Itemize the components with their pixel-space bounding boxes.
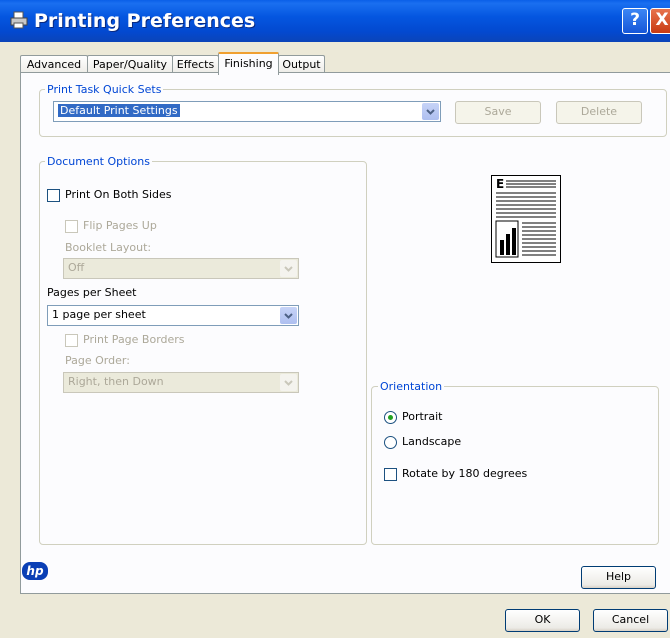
landscape-label[interactable]: Landscape (402, 435, 461, 448)
chevron-down-icon[interactable] (280, 260, 297, 277)
printing-preferences-window: Printing Preferences ? X Advanced Paper/… (0, 0, 670, 638)
print-both-sides-checkbox[interactable] (47, 189, 60, 202)
tab-panel-finishing: Print Task Quick Sets Default Print Sett… (20, 72, 670, 594)
pages-per-sheet-label: Pages per Sheet (47, 286, 137, 299)
tab-finishing[interactable]: Finishing (218, 52, 279, 75)
rotate-180-label[interactable]: Rotate by 180 degrees (402, 467, 527, 480)
printer-icon (10, 11, 28, 29)
radio-selected-dot (388, 415, 393, 420)
page-borders-label: Print Page Borders (83, 333, 185, 346)
ok-button[interactable]: OK (505, 609, 580, 632)
quick-sets-value: Default Print Settings (58, 104, 180, 117)
delete-button[interactable]: Delete (556, 101, 642, 124)
page-order-value: Right, then Down (68, 375, 164, 388)
chevron-down-icon[interactable] (422, 103, 439, 120)
chevron-down-icon[interactable] (280, 307, 297, 324)
page-preview-graphic: E (495, 177, 556, 258)
help-button[interactable]: Help (581, 566, 656, 589)
window-title: Printing Preferences (34, 10, 256, 32)
booklet-layout-select[interactable]: Off (63, 258, 299, 279)
help-icon[interactable]: ? (622, 8, 648, 34)
page-borders-checkbox[interactable] (65, 334, 78, 347)
landscape-radio[interactable] (384, 436, 397, 449)
orientation-legend: Orientation (378, 380, 445, 393)
booklet-layout-value: Off (68, 261, 85, 274)
chevron-down-icon[interactable] (280, 374, 297, 391)
quick-sets-select[interactable]: Default Print Settings (53, 101, 441, 122)
flip-pages-label: Flip Pages Up (83, 219, 157, 232)
booklet-layout-label: Booklet Layout: (65, 241, 152, 254)
portrait-label[interactable]: Portrait (402, 410, 442, 423)
close-icon[interactable]: X (650, 8, 670, 34)
pages-per-sheet-value: 1 page per sheet (52, 308, 146, 321)
portrait-radio[interactable] (384, 411, 397, 424)
page-order-select[interactable]: Right, then Down (63, 372, 299, 393)
title-bar: Printing Preferences ? X (0, 0, 670, 42)
cancel-button[interactable]: Cancel (593, 609, 668, 632)
flip-pages-checkbox[interactable] (65, 220, 78, 233)
svg-text:E: E (496, 177, 504, 191)
rotate-180-checkbox[interactable] (384, 468, 397, 481)
print-both-sides-label[interactable]: Print On Both Sides (65, 188, 172, 201)
quick-sets-legend: Print Task Quick Sets (45, 83, 164, 96)
pages-per-sheet-select[interactable]: 1 page per sheet (47, 305, 299, 326)
save-button[interactable]: Save (455, 101, 541, 124)
page-order-label: Page Order: (65, 354, 130, 367)
document-options-legend: Document Options (45, 155, 152, 168)
page-preview: E (491, 175, 561, 263)
hp-logo-icon: hp (22, 562, 48, 580)
